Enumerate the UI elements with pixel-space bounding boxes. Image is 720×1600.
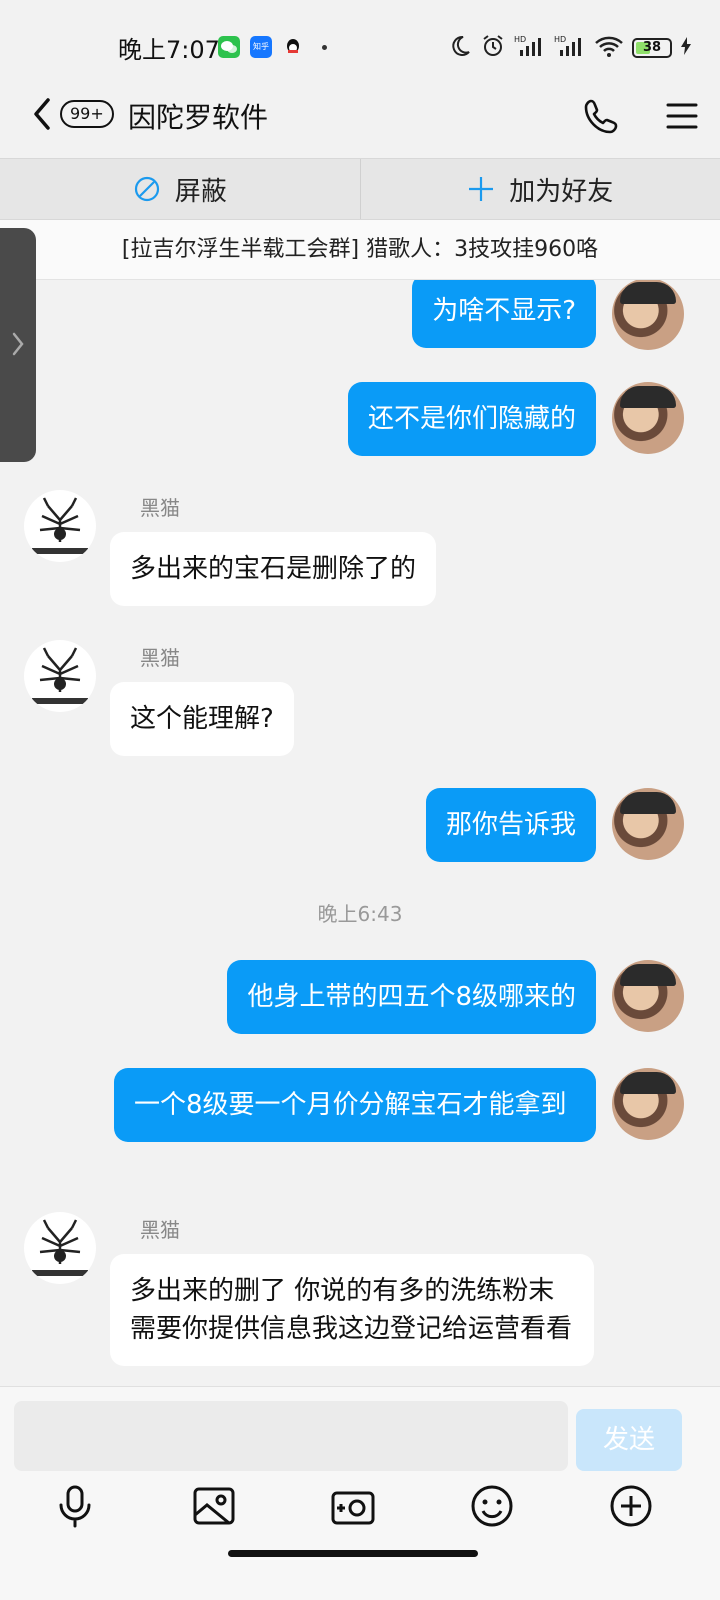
unread-count-badge[interactable]: 99+ — [60, 100, 114, 128]
message-bubble-in[interactable]: 这个能理解? — [110, 682, 294, 756]
stranger-action-bar: 屏蔽 加为好友 — [0, 158, 720, 220]
my-avatar[interactable] — [612, 382, 684, 454]
wechat-icon — [218, 36, 240, 58]
message-bubble-out[interactable]: 他身上带的四五个8级哪来的 — [227, 960, 596, 1034]
add-friend-label: 加为好友 — [509, 176, 614, 207]
tree-logo-icon — [32, 647, 88, 704]
camera-button[interactable] — [330, 1483, 376, 1529]
emoji-button[interactable] — [469, 1483, 515, 1529]
moon-icon — [448, 34, 472, 62]
hamburger-icon — [666, 103, 698, 129]
message-input[interactable] — [14, 1401, 568, 1471]
signal-2-icon: HD — [554, 34, 586, 62]
back-button[interactable] — [28, 94, 58, 134]
menu-button[interactable] — [664, 98, 700, 134]
message-bubble-in[interactable]: 多出来的删了 你说的有多的洗练粉末 需要你提供信息我这边登记给运营看看 — [110, 1254, 594, 1366]
block-button[interactable]: 屏蔽 — [0, 159, 360, 219]
status-time: 晚上7:07 — [118, 36, 220, 64]
add-friend-button[interactable]: 加为好友 — [359, 159, 720, 219]
charging-icon — [680, 36, 692, 60]
signal-1-icon: HD — [514, 34, 546, 62]
my-avatar[interactable] — [612, 960, 684, 1032]
smiley-icon — [471, 1485, 513, 1527]
contact-avatar[interactable] — [24, 640, 96, 712]
chat-title: 因陀罗软件 — [128, 101, 269, 134]
notification-dot — [322, 45, 327, 50]
tree-logo-icon — [32, 1219, 88, 1276]
phone-icon — [584, 99, 618, 134]
zhihu-icon: 知乎 — [250, 36, 272, 58]
contact-avatar[interactable] — [24, 1212, 96, 1284]
message-timestamp: 晚上6:43 — [317, 902, 403, 926]
my-avatar[interactable] — [612, 788, 684, 860]
more-button[interactable] — [608, 1483, 654, 1529]
status-bar: 晚上7:07 知乎 HD HD 38 — [0, 0, 720, 80]
send-button[interactable]: 发送 — [576, 1409, 682, 1471]
block-icon — [134, 176, 159, 202]
battery-level: 38 — [642, 40, 662, 55]
my-avatar[interactable] — [612, 1068, 684, 1140]
sender-name: 黑猫 — [140, 646, 180, 670]
composer-toolbar — [0, 1477, 720, 1537]
tree-logo-icon — [32, 497, 88, 554]
home-indicator[interactable] — [228, 1550, 478, 1557]
album-button[interactable] — [191, 1483, 237, 1529]
message-bubble-in[interactable]: 多出来的宝石是删除了的 — [110, 532, 437, 606]
message-bubble-out[interactable]: 为啥不显示? — [412, 280, 596, 348]
chevron-left-icon — [34, 98, 50, 130]
message-bubble-out[interactable]: 那你告诉我 — [425, 788, 596, 862]
chevron-right-icon — [12, 332, 24, 356]
wifi-icon — [594, 34, 624, 62]
svg-text:HD: HD — [554, 35, 566, 44]
microphone-icon — [59, 1485, 91, 1528]
contact-avatar[interactable] — [24, 490, 96, 562]
message-bubble-out[interactable]: 一个8级要一个月价分解宝石才能拿到 — [114, 1068, 596, 1142]
block-label: 屏蔽 — [174, 176, 227, 207]
qq-icon — [282, 36, 304, 58]
message-bubble-out[interactable]: 还不是你们隐藏的 — [347, 382, 596, 456]
camera-icon — [331, 1491, 375, 1525]
voice-button[interactable] — [52, 1483, 98, 1529]
my-avatar[interactable] — [612, 280, 684, 350]
plus-circle-icon — [610, 1485, 652, 1527]
call-button[interactable] — [582, 96, 622, 136]
group-notice-banner[interactable]: [拉吉尔浮生半载工会群] 猎歌人：3技攻挂960咯 — [0, 220, 720, 280]
sender-name: 黑猫 — [140, 1218, 180, 1242]
chat-header: 99+ 因陀罗软件 — [0, 80, 720, 158]
alarm-icon — [480, 33, 506, 63]
plus-icon — [469, 177, 494, 201]
side-drawer-handle[interactable] — [0, 228, 36, 462]
sender-name: 黑猫 — [140, 496, 180, 520]
status-indicators: HD HD 38 — [448, 34, 692, 62]
image-icon — [193, 1487, 235, 1525]
composer: 发送 — [0, 1386, 720, 1600]
message-list[interactable]: 为啥不显示? 还不是你们隐藏的 黑猫 多出来的宝石是删除了的 黑猫 这个能理解?… — [0, 280, 720, 1410]
battery-indicator: 38 — [632, 38, 672, 58]
svg-text:HD: HD — [514, 35, 526, 44]
